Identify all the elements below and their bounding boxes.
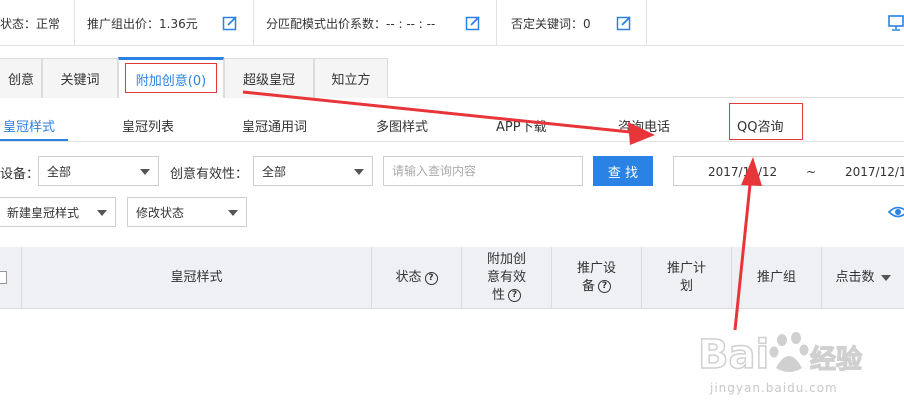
th-clicks-label: 点击数 [835, 270, 875, 285]
th-extra-validity-wrap: 附加创 意有效 性? [487, 251, 526, 305]
monitor-icon[interactable] [888, 14, 904, 32]
tab-keywords-label: 关键词 [60, 73, 100, 88]
th-extra-validity: 附加创 意有效 性? [462, 247, 552, 309]
tab-zhilifang-label: 知立方 [331, 73, 371, 88]
th-device: 推广设 备? [552, 247, 642, 309]
modify-status-label: 修改状态 [136, 205, 185, 220]
chevron-down-icon [140, 169, 150, 175]
status-cell: 状态： 正常 [0, 0, 75, 46]
top-status-bar: 状态： 正常 推广组出价：1.36元 分匹配模式出价系数：-- : -- : --… [0, 0, 904, 46]
main-tabs: 创意 关键词 附加创意(0) 超级皇冠 知立方 [0, 57, 904, 98]
modify-status-dropdown[interactable]: 修改状态 [127, 197, 247, 227]
th-clicks: 点击数 [822, 247, 904, 309]
tab-keywords[interactable]: 关键词 [42, 58, 118, 98]
subtab-multi-image[interactable]: 多图样式 [376, 116, 428, 135]
th-plan: 推广计 划 [642, 247, 732, 309]
svg-text:经验: 经验 [810, 344, 862, 375]
annotation-box-qq [729, 103, 803, 140]
subtab-crown-list[interactable]: 皇冠列表 [122, 116, 174, 135]
tab-extra-creative[interactable]: 附加创意(0) [118, 57, 224, 98]
subtab-consult-phone[interactable]: 咨询电话 [618, 116, 670, 135]
new-crown-style-dropdown[interactable]: 新建皇冠样式 [0, 197, 116, 227]
date-range-picker[interactable]: 2017/11/12 ~ 2017/12/1 [673, 156, 904, 186]
tab-super-crown[interactable]: 超级皇冠 [224, 58, 314, 98]
validity-select-value: 全部 [262, 164, 287, 179]
tab-creative[interactable]: 创意 [0, 58, 42, 98]
tab-zhilifang[interactable]: 知立方 [314, 58, 388, 98]
watermark-url: jingyan.baidu.com [710, 381, 838, 395]
annotation-box-tab [125, 63, 217, 93]
tab-super-crown-label: 超级皇冠 [242, 73, 295, 88]
svg-text:Bai: Bai [698, 332, 769, 378]
chevron-down-icon [354, 169, 364, 175]
validity-select[interactable]: 全部 [253, 156, 373, 186]
match-cell: 分匹配模式出价系数：-- : -- : -- [254, 0, 497, 46]
status-value: 正常 [36, 16, 61, 31]
chevron-down-icon [228, 210, 238, 216]
bid-label: 推广组出价：1.36元 [87, 16, 198, 31]
negative-cell: 否定关键词：0 [497, 0, 647, 46]
th-group-label: 推广组 [756, 270, 796, 285]
query-input[interactable] [383, 156, 583, 186]
match-label: 分匹配模式出价系数：-- : -- : -- [266, 16, 436, 31]
help-icon[interactable]: ? [598, 280, 611, 293]
th-status: 状态? [372, 247, 462, 309]
subtab-crown-common-words[interactable]: 皇冠通用词 [242, 116, 307, 135]
chevron-down-icon [97, 210, 107, 216]
date-separator: ~ [806, 165, 817, 179]
device-label: 设备： [0, 167, 40, 182]
edit-match-icon[interactable] [465, 15, 481, 31]
th-group: 推广组 [732, 247, 822, 309]
negative-label: 否定关键词：0 [511, 16, 591, 31]
status-label: 状态： [0, 16, 37, 31]
edit-negative-icon[interactable] [616, 15, 632, 31]
device-select[interactable]: 全部 [38, 156, 159, 186]
bid-cell: 推广组出价：1.36元 [75, 0, 254, 46]
eye-icon[interactable] [888, 204, 904, 220]
help-icon[interactable]: ? [424, 271, 438, 285]
th-status-label: 状态 [395, 270, 422, 285]
search-button[interactable]: 查 找 [593, 156, 653, 186]
edit-bid-icon[interactable] [222, 15, 238, 31]
sort-down-icon[interactable] [880, 275, 891, 281]
th-device-wrap: 推广设 备? [577, 260, 616, 296]
validity-label: 创意有效性： [170, 167, 249, 182]
table-header: 皇冠样式 状态? 附加创 意有效 性? 推广设 备? 推广计 划 推广组 点击数 [0, 247, 904, 309]
th-plan-label: 推广计 划 [666, 261, 706, 294]
device-select-value: 全部 [47, 164, 72, 179]
th-crown-style-label: 皇冠样式 [170, 270, 223, 285]
help-icon[interactable]: ? [508, 289, 521, 302]
subtab-app-download[interactable]: APP下载 [496, 116, 547, 135]
tab-creative-label: 创意 [7, 73, 34, 88]
date-start: 2017/11/12 [708, 165, 778, 179]
subtab-crown-style[interactable]: 皇冠样式 [3, 116, 55, 135]
active-subtab-indicator [0, 139, 68, 141]
date-end: 2017/12/1 [845, 165, 904, 179]
new-crown-style-label: 新建皇冠样式 [7, 205, 80, 220]
select-all-checkbox[interactable] [0, 271, 7, 284]
th-crown-style: 皇冠样式 [22, 247, 372, 309]
